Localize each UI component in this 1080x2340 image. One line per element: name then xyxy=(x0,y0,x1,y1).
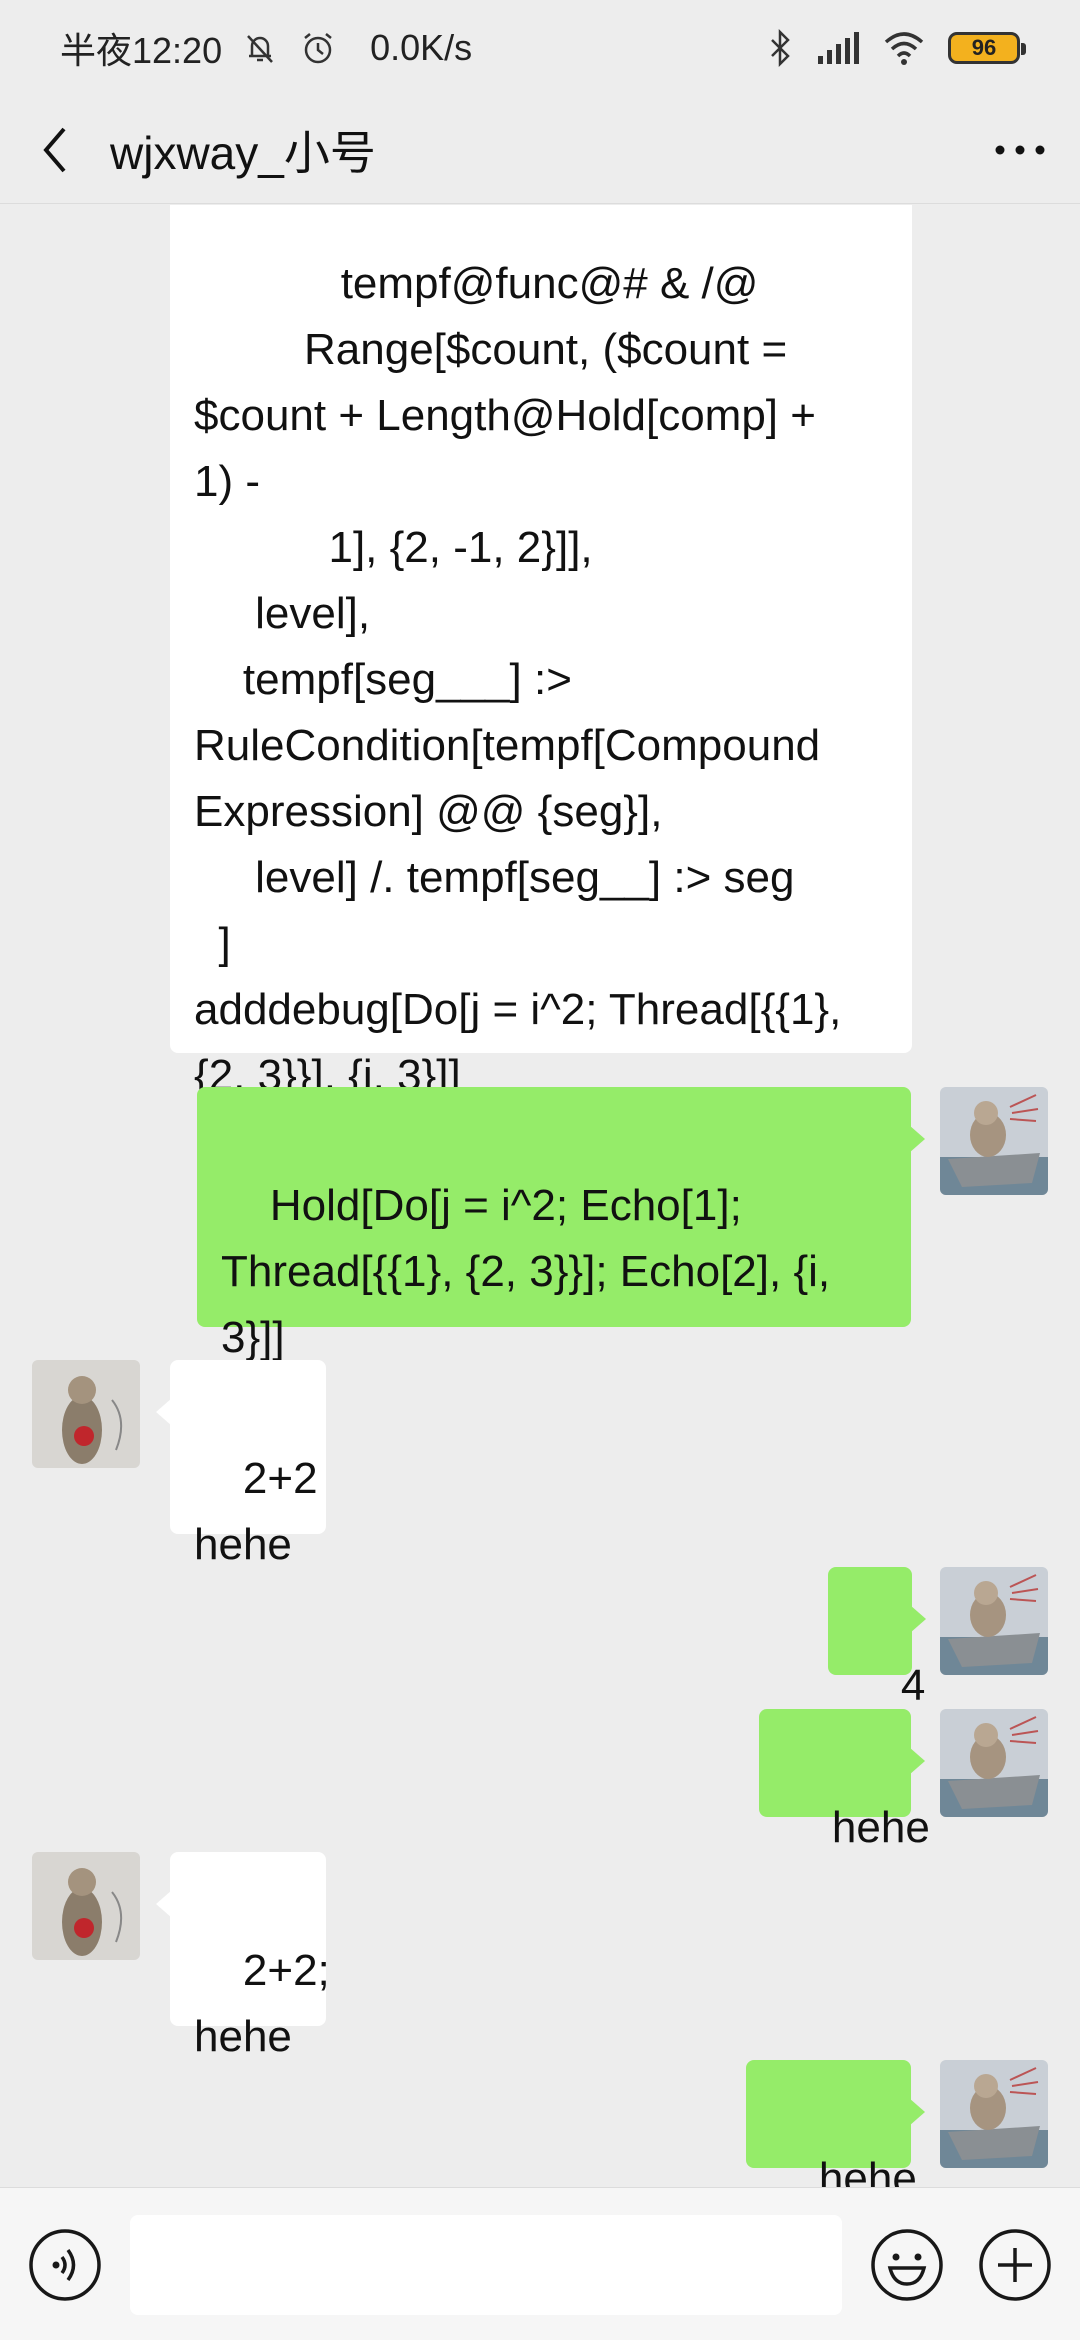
message-text: Hold[Do[j = i^2; Echo[1]; Thread[{{1}, {… xyxy=(221,1181,831,1362)
avatar-meerkat-icon xyxy=(32,1852,140,1960)
avatar-self[interactable] xyxy=(940,1567,1048,1675)
network-speed: 0.0K/s xyxy=(370,27,473,68)
chat-message-list[interactable]: tempf@func@# & /@ Range[$count, ($count … xyxy=(0,205,1080,2187)
avatar-contact[interactable] xyxy=(32,1360,140,1468)
voice-icon xyxy=(29,2229,101,2301)
avatar-monkey-boat-icon xyxy=(940,1709,1048,1817)
avatar-self[interactable] xyxy=(940,1087,1048,1195)
voice-input-button[interactable] xyxy=(28,2228,102,2302)
plus-icon xyxy=(979,2229,1051,2301)
battery-level: 96 xyxy=(971,35,997,60)
message-text: hehe xyxy=(818,2154,917,2187)
status-bar: 半夜12:20 0.0K/s 96 xyxy=(0,0,1080,96)
avatar-self[interactable] xyxy=(940,1709,1048,1817)
message-input[interactable] xyxy=(130,2215,842,2315)
more-functions-button[interactable] xyxy=(978,2228,1052,2302)
message-bubble-sent[interactable]: Hold[Do[j = i^2; Echo[1]; Thread[{{1}, {… xyxy=(197,1087,925,1362)
message-bubble-sent[interactable]: hehe xyxy=(759,1709,930,1852)
signal-icon xyxy=(818,32,859,64)
message-bubble-sent[interactable]: hehe xyxy=(746,2060,925,2187)
avatar-monkey-boat-icon xyxy=(940,1567,1048,1675)
message-text: 2+2 hehe xyxy=(194,1454,318,1569)
avatar-monkey-boat-icon xyxy=(940,2060,1048,2168)
more-dots-icon xyxy=(995,145,1045,154)
battery-indicator: 96 xyxy=(948,32,1026,64)
avatar-meerkat-icon xyxy=(32,1360,140,1468)
message-text: 4 xyxy=(900,1661,926,1710)
message-text: tempf@func@# & /@ Range[$count, ($count … xyxy=(194,259,842,1100)
chat-title: wjxway_小号 xyxy=(110,126,376,179)
message-text: hehe xyxy=(831,1803,930,1852)
emoji-button[interactable] xyxy=(870,2228,944,2302)
message-bubble-sent[interactable]: 4 xyxy=(828,1567,926,1710)
alarm-clock-icon xyxy=(304,33,332,64)
wifi-icon xyxy=(884,32,924,65)
bluetooth-icon xyxy=(771,28,790,68)
message-bubble-received[interactable]: 2+2 hehe xyxy=(156,1360,326,1569)
avatar-monkey-boat-icon xyxy=(940,1087,1048,1195)
more-options-button[interactable] xyxy=(960,96,1080,204)
chat-header: wjxway_小号 xyxy=(0,96,1080,204)
status-time: 半夜12:20 xyxy=(60,30,223,71)
mute-bell-icon xyxy=(247,35,274,63)
message-bubble-received[interactable]: 2+2; hehe xyxy=(156,1852,330,2061)
emoji-icon xyxy=(871,2229,943,2301)
back-button[interactable] xyxy=(0,96,110,204)
message-text: 2+2; hehe xyxy=(194,1946,330,2061)
chevron-left-icon xyxy=(43,127,66,172)
message-bubble-received[interactable]: tempf@func@# & /@ Range[$count, ($count … xyxy=(170,205,912,1100)
input-bar xyxy=(0,2187,1080,2340)
avatar-self[interactable] xyxy=(940,2060,1048,2168)
avatar-contact[interactable] xyxy=(32,1852,140,1960)
